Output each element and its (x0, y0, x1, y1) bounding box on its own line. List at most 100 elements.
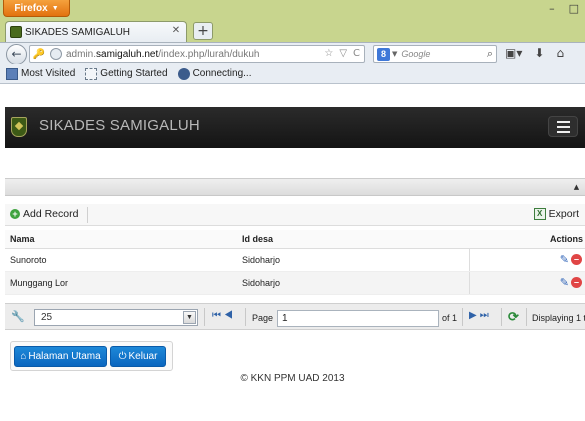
toolbar-icons: ▣▾ ⬇ ⌂ (505, 46, 564, 60)
search-placeholder: Google (401, 49, 431, 59)
menu-bar (556, 130, 570, 133)
footer-copyright: © KKN PPM UAD 2013 (240, 373, 345, 384)
url-bar[interactable]: 🔑 admin.samigaluh.net/index.php/lurah/du… (29, 45, 365, 63)
settings-icon[interactable]: 🔧 (11, 310, 25, 323)
edit-icon[interactable]: ✎ (557, 277, 569, 289)
pager-divider (204, 308, 205, 326)
window-controls: – □ (549, 2, 579, 15)
cell-id-desa: Sidoharjo (237, 248, 470, 272)
table-header-row: Nama Id desa Actions (5, 230, 585, 249)
bookmark-connecting[interactable]: Connecting... (177, 67, 252, 80)
home-icon[interactable]: ⌂ (556, 46, 564, 60)
pager-divider (245, 308, 246, 326)
power-icon: ⏻ (118, 351, 127, 362)
bookmark-label: Connecting... (192, 68, 252, 79)
display-info: Displaying 1 to (532, 313, 585, 323)
bookmark-label: Getting Started (100, 68, 168, 79)
logout-button[interactable]: ⏻ Keluar (110, 346, 166, 367)
identity-icon[interactable]: 🔑 (30, 49, 48, 60)
url-text: admin.samigaluh.net/index.php/lurah/duku… (66, 48, 260, 60)
cell-actions: ✎ – (469, 271, 585, 295)
action-button-group: ⌂ Halaman Utama ⏻ Keluar (10, 341, 173, 371)
bookmarks-menu-icon[interactable]: ▣▾ (505, 46, 522, 60)
window-titlebar: Firefox ▼ – □ (0, 0, 585, 20)
toolbar-divider (87, 207, 88, 223)
cell-id-desa: Sidoharjo (237, 271, 470, 295)
refresh-icon[interactable]: ⟳ (508, 309, 519, 325)
dropdown-icon[interactable]: ▽ (339, 48, 347, 59)
new-tab-button[interactable]: + (193, 22, 213, 40)
collapse-icon[interactable]: ▲ (571, 182, 582, 193)
edit-icon[interactable]: ✎ (557, 254, 569, 266)
home-button-label: Halaman Utama (28, 351, 101, 362)
bookmark-most-visited[interactable]: Most Visited (6, 67, 76, 80)
back-button[interactable]: ← (6, 44, 27, 65)
menu-bar (556, 120, 570, 123)
tab-title: SIKADES SAMIGALUH (25, 26, 131, 38)
data-grid: ▲ + Add Record X Export Nama Id desa Act… (5, 178, 585, 330)
loading-icon (177, 67, 190, 80)
delete-icon[interactable]: – (571, 277, 582, 288)
chevron-down-icon[interactable]: ▼ (183, 311, 196, 324)
delete-icon[interactable]: – (571, 254, 582, 265)
column-header-nama[interactable]: Nama (5, 230, 237, 249)
google-icon[interactable]: 8 (377, 47, 390, 61)
logo-icon (11, 117, 27, 137)
firefox-menu-button[interactable]: Firefox ▼ (3, 0, 70, 17)
export-button[interactable]: X Export (533, 208, 579, 220)
globe-icon (50, 48, 62, 60)
menu-toggle-button[interactable] (548, 116, 578, 137)
page-count: of 1 (442, 313, 458, 323)
star-icon[interactable]: ☆ (324, 48, 333, 59)
next-last-page-icons[interactable]: ▶⏭ (469, 310, 492, 321)
browser-tab[interactable]: SIKADES SAMIGALUH ✕ (5, 21, 187, 42)
records-table: Nama Id desa Actions Sunoroto Sidoharjo … (5, 230, 585, 295)
excel-icon: X (533, 208, 546, 220)
close-tab-icon[interactable]: ✕ (170, 25, 182, 37)
per-page-value: 25 (41, 312, 53, 323)
bookmark-label: Most Visited (21, 68, 76, 79)
reload-icon[interactable]: C (353, 48, 360, 59)
pager-divider (526, 308, 527, 326)
search-bar[interactable]: 8 ▼ Google ⌕ (373, 45, 497, 63)
pager-divider (462, 308, 463, 326)
chevron-down-icon: ▼ (51, 4, 59, 12)
pagination-bar: 🔧 25 ▼ ⏮◀ Page 1 of 1 ▶⏭ ⟳ Displaying 1 … (5, 303, 585, 330)
per-page-select[interactable]: 25 ▼ (34, 309, 198, 326)
grid-toolbar: + Add Record X Export (5, 204, 585, 226)
column-header-id-desa[interactable]: Id desa (237, 230, 469, 249)
minimize-icon[interactable]: – (549, 2, 555, 15)
bookmark-getting-started[interactable]: Getting Started (85, 67, 168, 80)
add-record-button[interactable]: + Add Record (10, 208, 78, 220)
page-label: Page (252, 313, 274, 323)
table-row: Sunoroto Sidoharjo ✎ – (5, 248, 585, 272)
firefox-menu-label: Firefox (14, 2, 48, 14)
cell-nama: Sunoroto (5, 248, 237, 272)
search-icon[interactable]: ⌕ (487, 47, 493, 61)
grid-titlebar: ▲ (5, 179, 585, 196)
add-record-label: Add Record (23, 208, 79, 220)
download-icon[interactable]: ⬇ (534, 46, 544, 60)
most-visited-icon (6, 67, 18, 80)
chevron-down-icon[interactable]: ▼ (392, 50, 397, 58)
pager-divider (501, 308, 502, 326)
maximize-icon[interactable]: □ (569, 2, 579, 15)
page-icon (85, 67, 98, 80)
home-icon: ⌂ (20, 351, 27, 362)
app-header: SIKADES SAMIGALUH (5, 107, 585, 148)
page-number-input[interactable]: 1 (277, 310, 439, 327)
add-icon: + (10, 209, 20, 219)
bookmarks-toolbar: Most Visited Getting Started Connecting.… (0, 64, 585, 84)
column-header-actions: Actions (469, 230, 585, 249)
table-row: Munggang Lor Sidoharjo ✎ – (5, 271, 585, 295)
cell-nama: Munggang Lor (5, 271, 237, 295)
navigation-bar: ← 🔑 admin.samigaluh.net/index.php/lurah/… (0, 42, 585, 65)
brand-title[interactable]: SIKADES SAMIGALUH (39, 117, 200, 134)
cell-actions: ✎ – (469, 248, 585, 272)
first-prev-page-icons[interactable]: ⏮◀ (212, 310, 236, 321)
home-button[interactable]: ⌂ Halaman Utama (14, 346, 107, 367)
tab-strip: SIKADES SAMIGALUH ✕ + (0, 20, 585, 42)
menu-bar (556, 125, 570, 128)
url-bar-actions: ☆ ▽ C (324, 48, 360, 59)
favicon-icon (10, 26, 22, 38)
